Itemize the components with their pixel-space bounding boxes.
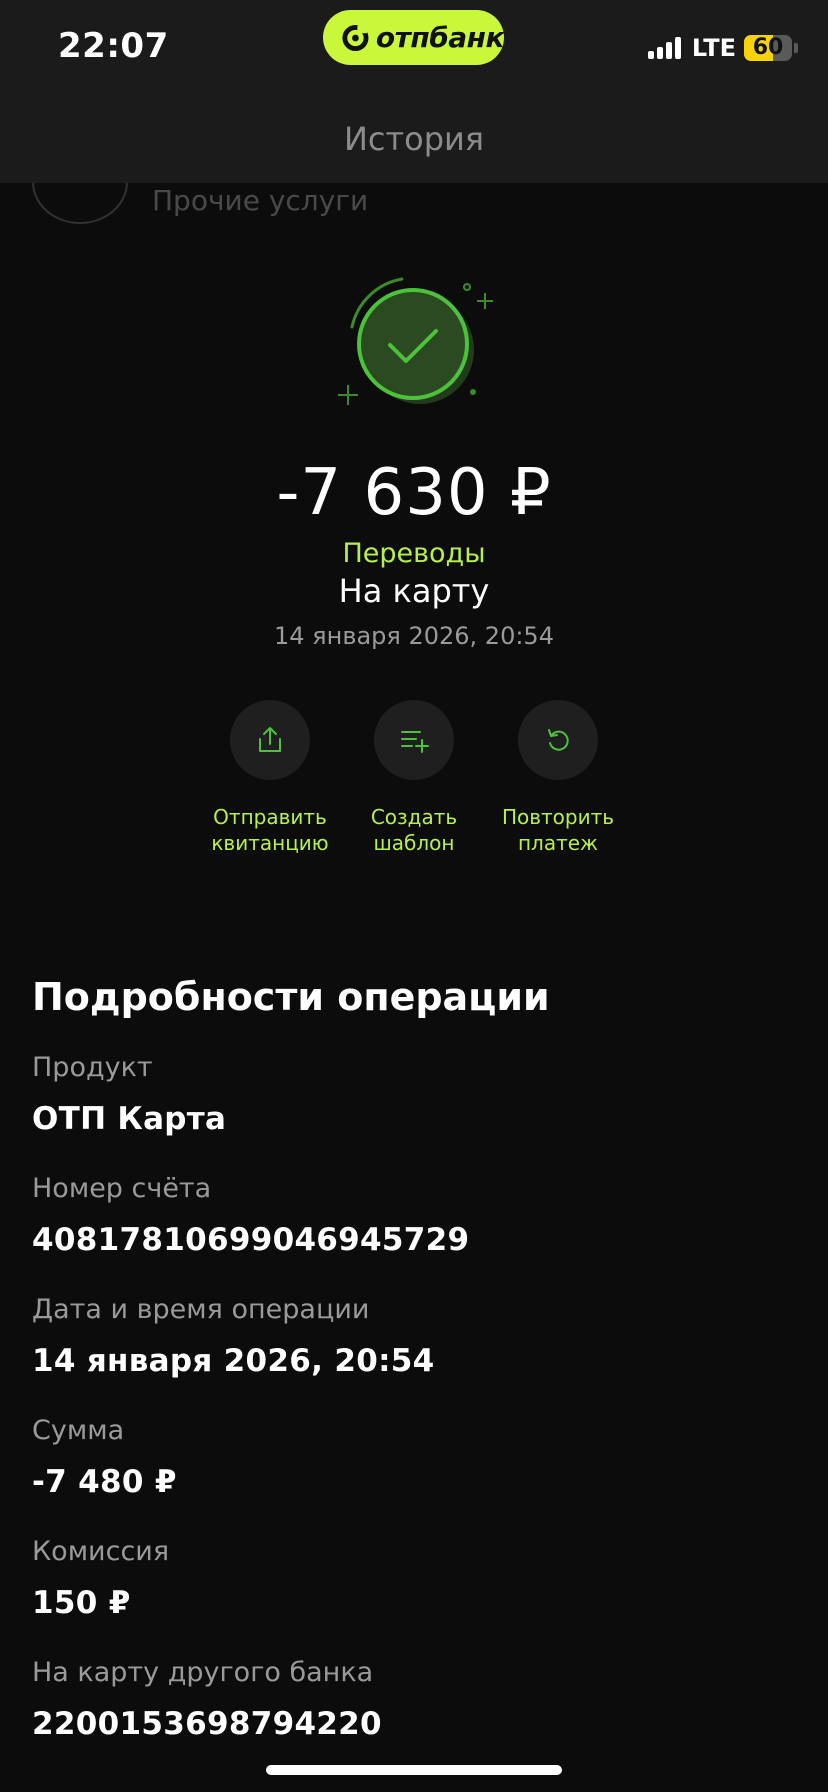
signal-strength-icon (647, 37, 684, 59)
detail-recipient-card: На карту другого банка 2200153698794220 (32, 1657, 792, 1742)
detail-value[interactable]: 40817810699046945729 (32, 1222, 792, 1258)
create-template-button[interactable]: Создать шаблон (344, 700, 484, 856)
previous-item-label: Прочие услуги (152, 184, 369, 217)
brand-pill: отпбанк (323, 10, 505, 65)
detail-value: -7 480 ₽ (32, 1464, 177, 1500)
detail-account-number: Номер счёта 40817810699046945729 (32, 1173, 792, 1258)
repeat-payment-label: Повторить платеж (501, 805, 615, 855)
transaction-category: Переводы (342, 538, 486, 569)
status-bar: 22:07 отпбанк LTE 60 (0, 0, 828, 100)
create-template-label: Создать шаблон (370, 805, 458, 855)
repeat-payment-circle[interactable] (518, 700, 598, 780)
transaction-subcategory: На карту (338, 572, 490, 610)
status-indicators: LTE 60 (647, 34, 798, 62)
battery-icon: 60 (744, 35, 792, 61)
details-section-title: Подробности операции (32, 975, 550, 1019)
detail-value: 150 ₽ (32, 1585, 131, 1621)
detail-label: Продукт (32, 1052, 153, 1083)
detail-label: Дата и время операции (32, 1294, 370, 1325)
home-indicator[interactable] (266, 1765, 562, 1775)
send-receipt-label: Отправить квитанцию (211, 805, 329, 855)
detail-value: 14 января 2026, 20:54 (32, 1343, 435, 1379)
detail-sum: Сумма -7 480 ₽ (32, 1415, 792, 1500)
brand-name: отпбанк (375, 21, 505, 54)
action-buttons: Отправить квитанцию Создать шаблон Повто… (0, 700, 828, 860)
detail-commission: Комиссия 150 ₽ (32, 1536, 792, 1621)
detail-value: ОТП Карта (32, 1101, 227, 1137)
repeat-icon (548, 729, 569, 751)
battery-percent: 60 (752, 35, 784, 60)
screen: 22:07 отпбанк LTE 60 Прочие услуги Истор… (0, 0, 828, 1792)
status-time: 22:07 (58, 26, 169, 66)
detail-label: На карту другого банка (32, 1657, 374, 1688)
transaction-datetime: 14 января 2026, 20:54 (274, 622, 554, 650)
share-icon (259, 727, 281, 752)
battery-tip (794, 43, 798, 53)
detail-label: Сумма (32, 1415, 125, 1446)
transaction-amount: -7 630 ₽ (276, 456, 552, 530)
check-success-icon (338, 277, 493, 405)
send-receipt-button[interactable]: Отправить квитанцию (200, 700, 340, 856)
send-receipt-circle[interactable] (230, 700, 310, 780)
detail-datetime: Дата и время операции 14 января 2026, 20… (32, 1294, 792, 1379)
detail-label: Комиссия (32, 1536, 170, 1567)
detail-product: Продукт ОТП Карта (32, 1052, 792, 1137)
otp-logo-icon (342, 24, 369, 51)
detail-value[interactable]: 2200153698794220 (32, 1706, 792, 1742)
page-title: История (343, 120, 485, 158)
repeat-payment-button[interactable]: Повторить платеж (488, 700, 628, 856)
list-add-icon (401, 731, 429, 753)
network-type: LTE (691, 34, 736, 62)
detail-label: Номер счёта (32, 1173, 212, 1204)
create-template-circle[interactable] (374, 700, 454, 780)
